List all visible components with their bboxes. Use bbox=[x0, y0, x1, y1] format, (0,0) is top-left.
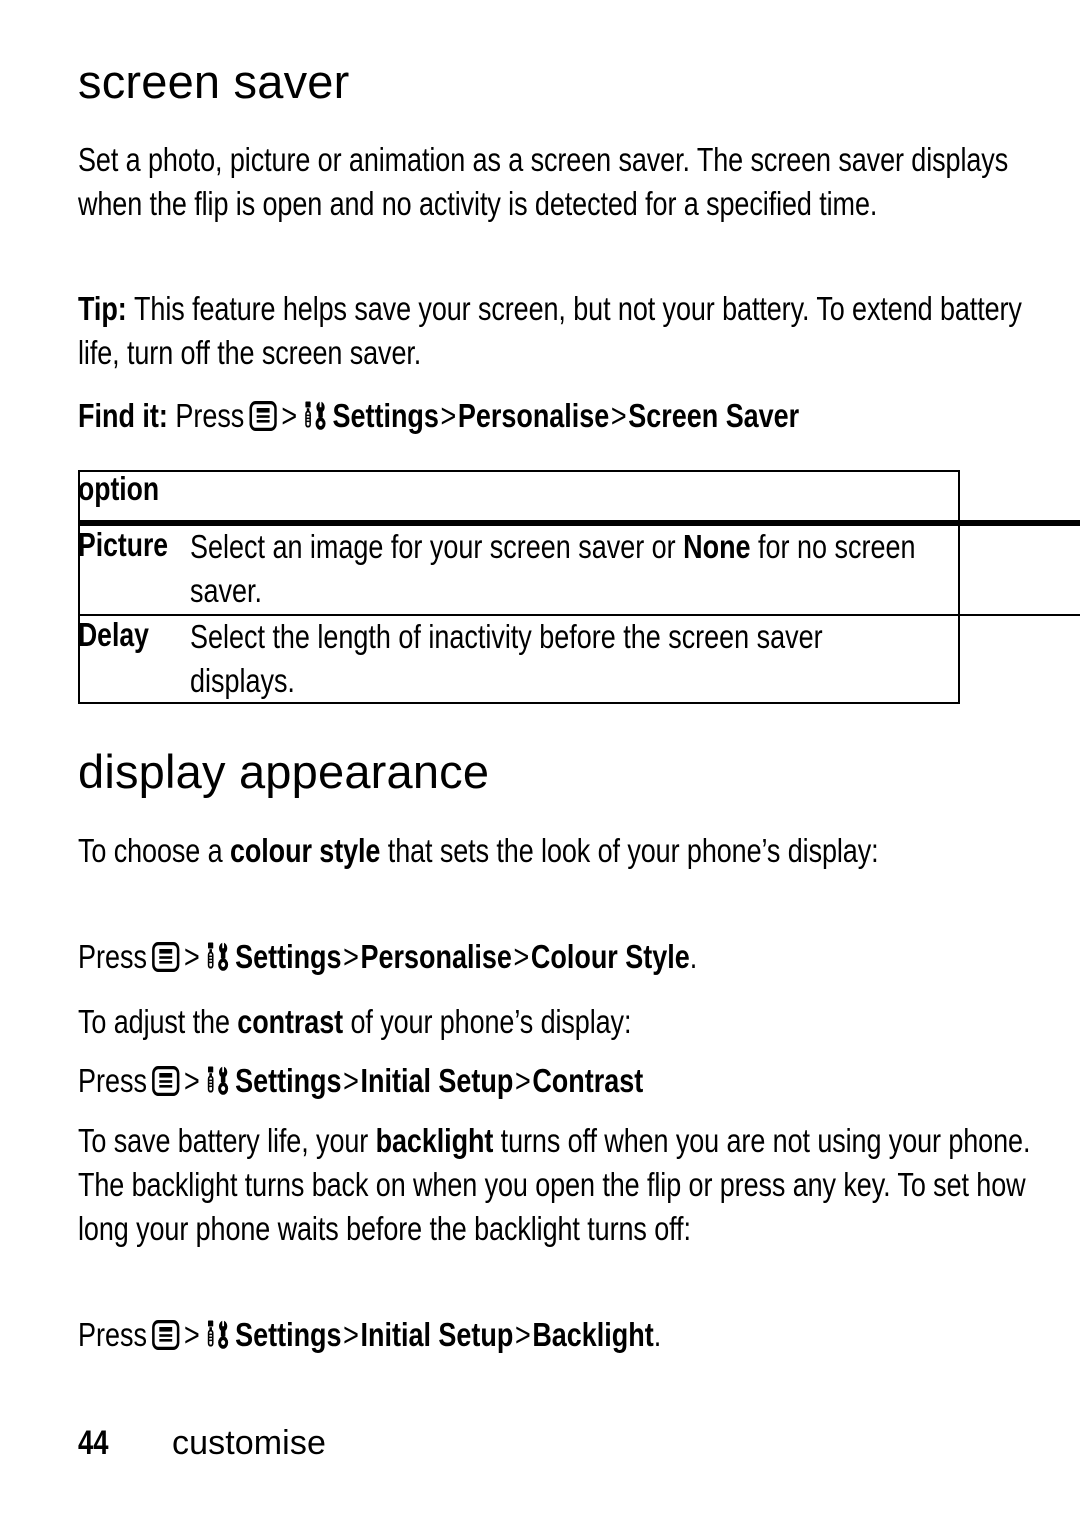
contrast-press-word: Press bbox=[78, 1063, 147, 1100]
contrast-path-contrast: Contrast bbox=[532, 1063, 644, 1100]
find-it-path-screen-saver: Screen Saver bbox=[628, 398, 800, 435]
tip-text: This feature helps save your screen, but… bbox=[78, 291, 1022, 372]
path-separator-3: > bbox=[513, 939, 530, 976]
tip-label: Tip: bbox=[78, 291, 127, 328]
settings-tools-icon bbox=[205, 941, 232, 973]
table-header-row: option bbox=[78, 470, 1080, 523]
contrast-lead-2: of your phone’s display: bbox=[343, 1004, 632, 1041]
picture-desc-part1: Select an image for your screen saver or bbox=[189, 529, 684, 566]
path-separator-1: > bbox=[281, 398, 298, 435]
colour-style-lead-2: that sets the look of your phone’s displ… bbox=[380, 833, 879, 870]
find-it-path-personalise: Personalise bbox=[457, 398, 610, 435]
path-separator-3: > bbox=[610, 398, 627, 435]
find-it-label: Find it: bbox=[78, 398, 168, 435]
find-it-press-word: Press bbox=[175, 398, 245, 435]
colour-style-navigation-line: Press > Settings>Personalise>Colour Style. bbox=[78, 937, 847, 979]
colour-style-lead-1: To choose a bbox=[78, 833, 230, 870]
path-separator-3: > bbox=[514, 1317, 531, 1354]
backlight-path-backlight: Backlight bbox=[532, 1317, 654, 1354]
colour-style-path-settings: Settings bbox=[235, 939, 342, 976]
find-it-navigation-line: Find it: Press > Settings>Personalise>Scre… bbox=[78, 396, 974, 438]
table-row: Delay Select the length of inactivity be… bbox=[78, 616, 1080, 704]
contrast-paragraph: To adjust the contrast of your phone’s d… bbox=[78, 1001, 1038, 1045]
colour-style-path-personalise: Personalise bbox=[360, 939, 512, 976]
settings-tools-icon bbox=[205, 1319, 232, 1351]
screen-saver-tip-paragraph: Tip: This feature helps save your screen… bbox=[78, 288, 1038, 376]
backlight-path-settings: Settings bbox=[235, 1317, 342, 1354]
colour-style-trailing-period: . bbox=[689, 939, 698, 976]
colour-style-path-colour-style: Colour Style bbox=[530, 939, 690, 976]
table-row-key-picture: Picture bbox=[78, 526, 169, 563]
menu-key-icon bbox=[151, 1066, 180, 1096]
option-table-grid: option Picture Select an image for your … bbox=[78, 470, 1080, 704]
section-heading-screen-saver: screen saver bbox=[78, 55, 350, 108]
menu-key-icon bbox=[151, 1320, 180, 1350]
backlight-trailing-period: . bbox=[653, 1317, 662, 1354]
tip-spacer bbox=[127, 291, 134, 328]
page-number: 44 bbox=[78, 1424, 109, 1462]
backlight-path-initial-setup: Initial Setup bbox=[360, 1317, 514, 1354]
table-header-option-cell: option bbox=[78, 470, 1080, 523]
colour-style-bold-term: colour style bbox=[229, 833, 381, 870]
footer-section-name: customise bbox=[172, 1424, 326, 1462]
path-separator-3: > bbox=[514, 1063, 531, 1100]
option-table: option Picture Select an image for your … bbox=[78, 470, 1080, 704]
contrast-bold-term: contrast bbox=[237, 1004, 344, 1041]
backlight-lead-1: To save battery life, your bbox=[78, 1123, 376, 1160]
menu-key-icon bbox=[249, 401, 277, 431]
contrast-navigation-line: Press > Settings>Initial Setup>Contrast bbox=[78, 1061, 780, 1103]
backlight-navigation-line: Press > Settings>Initial Setup>Backlight. bbox=[78, 1315, 803, 1357]
path-separator-2: > bbox=[343, 1317, 359, 1354]
manual-page: screen saver Set a photo, picture or ani… bbox=[0, 0, 1080, 1521]
path-separator-1: > bbox=[183, 1317, 200, 1354]
path-separator-1: > bbox=[183, 1063, 200, 1100]
table-row-value-picture: Select an image for your screen saver or… bbox=[190, 526, 1080, 615]
path-separator-2: > bbox=[440, 398, 457, 435]
table-header-option-label: option bbox=[78, 470, 160, 507]
colour-style-press-word: Press bbox=[78, 939, 147, 976]
path-separator-1: > bbox=[183, 939, 200, 976]
contrast-path-settings: Settings bbox=[235, 1063, 342, 1100]
screen-saver-intro-paragraph: Set a photo, picture or animation as a s… bbox=[78, 139, 1038, 227]
backlight-bold-term: backlight bbox=[375, 1123, 494, 1160]
page-footer: 44 customise bbox=[78, 1424, 326, 1463]
colour-style-paragraph: To choose a colour style that sets the l… bbox=[78, 830, 1038, 874]
contrast-path-initial-setup: Initial Setup bbox=[360, 1063, 514, 1100]
table-row-value-delay: Select the length of inactivity before t… bbox=[190, 616, 1080, 704]
backlight-paragraph: To save battery life, your backlight tur… bbox=[78, 1120, 1038, 1252]
section-heading-display-appearance: display appearance bbox=[78, 745, 490, 798]
find-it-path-settings: Settings bbox=[332, 398, 439, 435]
delay-desc: Select the length of inactivity before t… bbox=[189, 619, 823, 700]
table-row: Picture Select an image for your screen … bbox=[78, 526, 1080, 615]
settings-tools-icon bbox=[302, 400, 329, 432]
backlight-press-word: Press bbox=[78, 1317, 147, 1354]
menu-key-icon bbox=[151, 942, 180, 972]
screen-saver-intro-text: Set a photo, picture or animation as a s… bbox=[78, 142, 1009, 223]
contrast-lead-1: To adjust the bbox=[78, 1004, 238, 1041]
path-separator-2: > bbox=[343, 1063, 359, 1100]
picture-desc-none: None bbox=[683, 529, 751, 566]
path-separator-2: > bbox=[343, 939, 359, 976]
settings-tools-icon bbox=[205, 1065, 232, 1097]
table-row-key-delay: Delay bbox=[78, 616, 149, 653]
